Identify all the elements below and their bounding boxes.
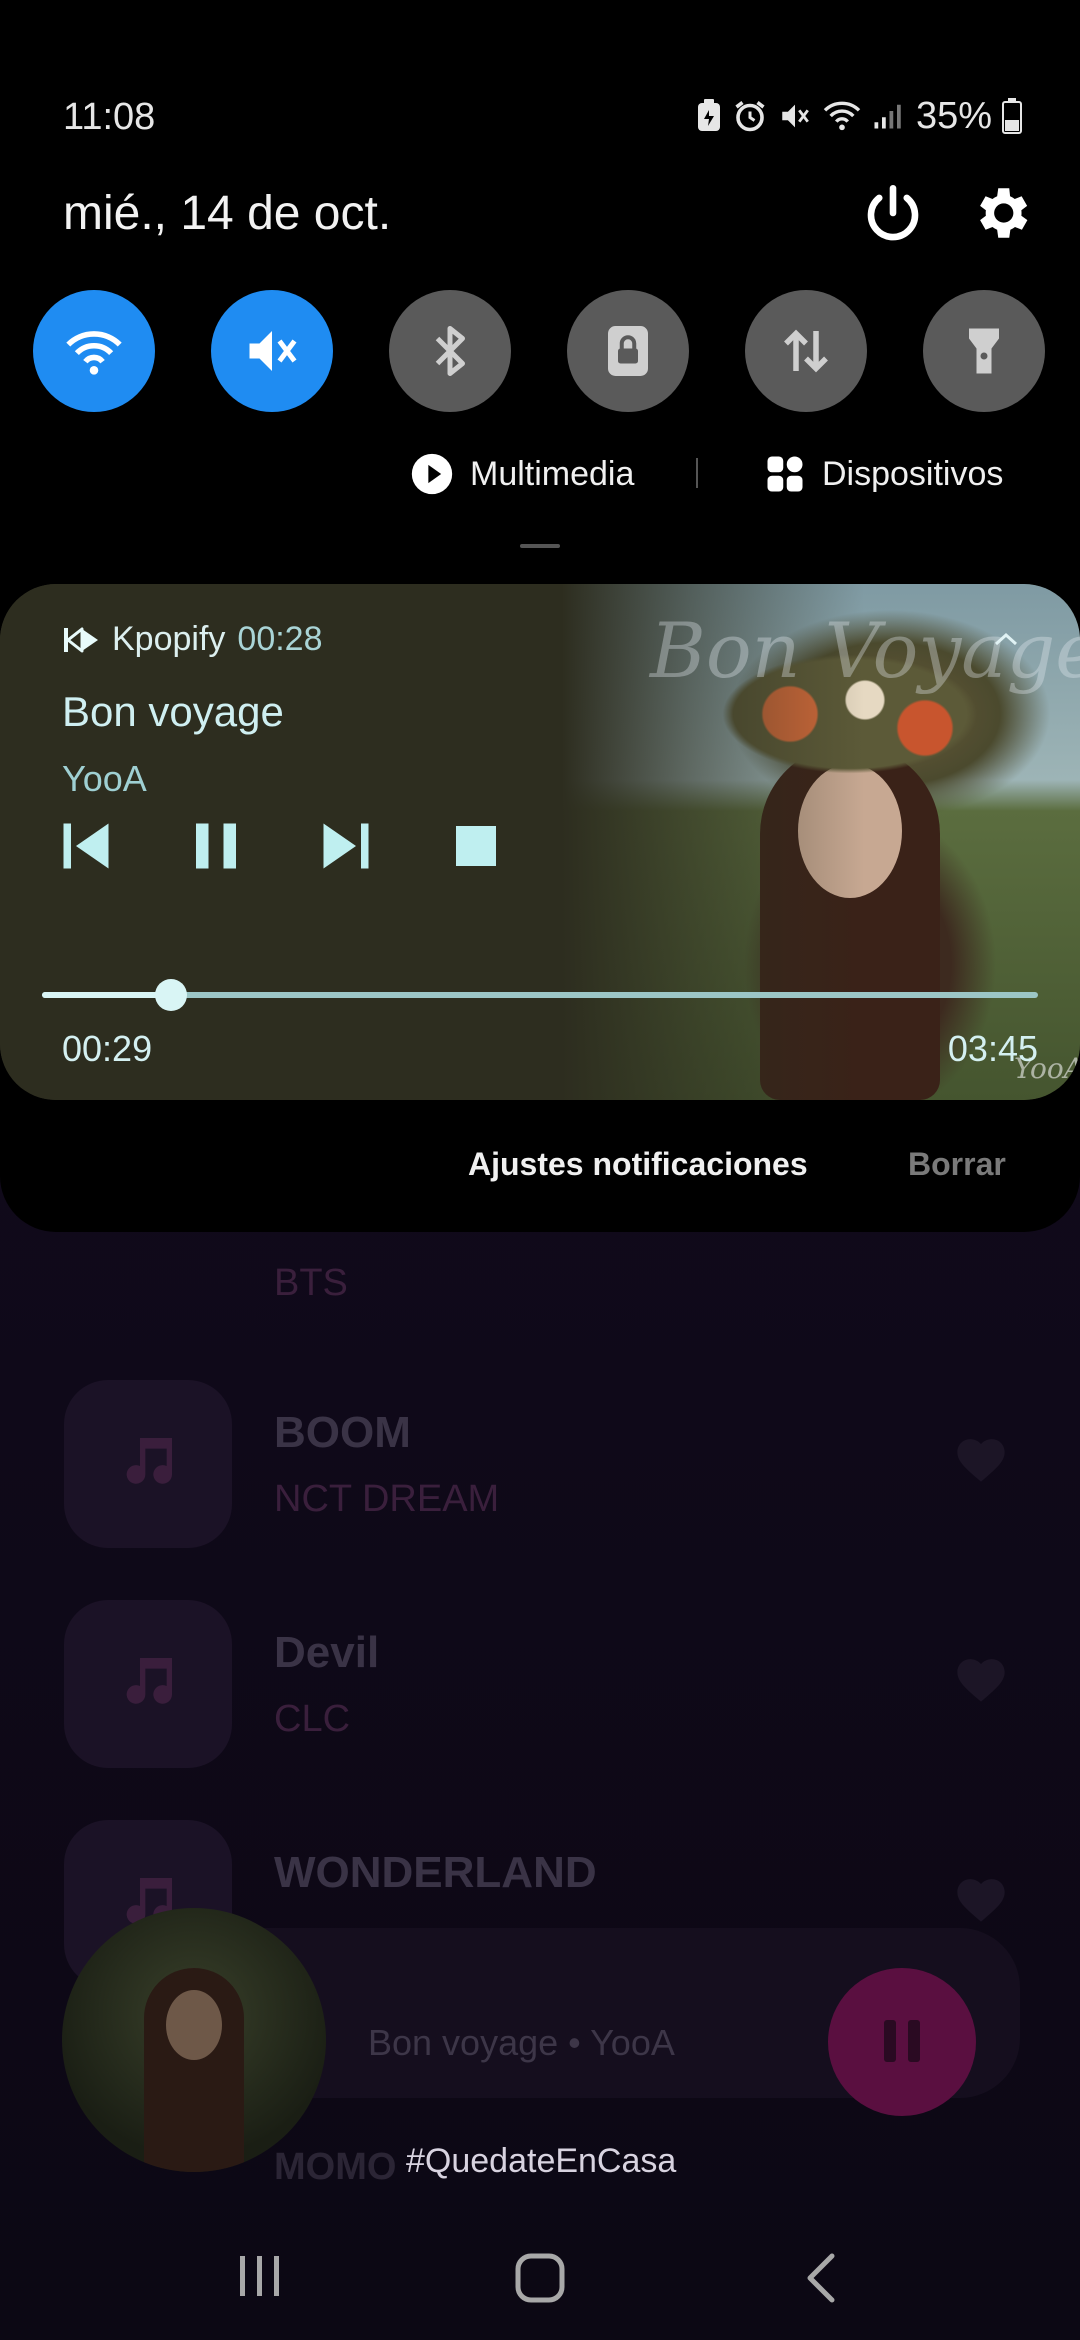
mute-icon [782, 104, 809, 128]
qs-rotation-lock-toggle[interactable] [567, 290, 689, 412]
media-elapsed-label: 00:28 [237, 620, 323, 658]
notification-shade: 11:08 35% mié., 14 de oct. Multimedia Di… [0, 0, 1080, 1232]
shade-date: mié., 14 de oct. [63, 187, 392, 240]
hashtag-text: #QuedateEnCasa [406, 2142, 677, 2180]
play-circle-icon [411, 453, 453, 495]
track-artist: YooA [62, 758, 147, 799]
settings-gear-icon[interactable] [968, 180, 1034, 246]
pause-icon[interactable] [186, 816, 246, 876]
song-art [64, 1600, 232, 1768]
heart-icon[interactable] [952, 1432, 1010, 1484]
media-chip-label: Multimedia [470, 454, 635, 493]
qs-wifi-toggle[interactable] [33, 290, 155, 412]
chevron-up-icon[interactable] [992, 630, 1020, 648]
mini-player-pause-button[interactable] [828, 1968, 976, 2116]
chip-divider [696, 458, 698, 488]
track-title: Bon voyage [62, 688, 284, 735]
song-title: BOOM [274, 1408, 411, 1457]
lock-icon [608, 326, 648, 376]
music-note-icon [126, 1658, 172, 1704]
song-artist: NCT DREAM [274, 1478, 500, 1520]
song-title: Devil [274, 1628, 380, 1677]
qs-flashlight-toggle[interactable] [923, 290, 1045, 412]
clear-notifications-button[interactable]: Borrar [908, 1146, 1006, 1183]
devices-button[interactable]: Dispositivos [764, 446, 1003, 502]
song-artist: CLC [274, 1698, 351, 1740]
mute-icon [249, 331, 297, 371]
devices-grid-icon [767, 456, 803, 492]
next-track-icon[interactable] [316, 816, 376, 876]
mini-player-cover[interactable] [62, 1908, 326, 2172]
seek-bar-progress [42, 992, 172, 998]
album-art-title: Bon Voyage [650, 606, 1080, 695]
heart-icon[interactable] [952, 1652, 1010, 1704]
song-title: WONDERLAND [274, 1848, 597, 1897]
back-icon[interactable] [802, 2252, 842, 2304]
wifi-icon [823, 101, 861, 131]
recent-apps-icon[interactable] [236, 2252, 284, 2300]
wifi-icon [66, 331, 122, 375]
battery-icon [1002, 98, 1022, 134]
shade-drag-handle[interactable] [520, 544, 560, 548]
seek-bar[interactable] [42, 992, 1038, 998]
power-icon[interactable] [860, 180, 926, 246]
devices-chip-label: Dispositivos [822, 454, 1004, 493]
signal-icon [874, 104, 901, 129]
kpopify-app-icon [64, 627, 98, 652]
home-icon[interactable] [514, 2252, 566, 2304]
status-icons: 35% [696, 94, 1022, 138]
media-notification[interactable]: Bon Voyage YooA Kpopify 00:28 Bon voyage… [0, 584, 1080, 1100]
battery-percent: 35% [915, 94, 992, 137]
partial-song-title: MOMO [274, 2146, 397, 2188]
notification-settings-button[interactable]: Ajustes notificaciones [468, 1146, 808, 1183]
current-position: 00:29 [62, 1028, 153, 1069]
status-time: 11:08 [63, 96, 156, 138]
song-row[interactable]: Devil CLC [0, 1600, 1080, 1770]
song-row[interactable]: BOOM NCT DREAM [0, 1380, 1080, 1550]
battery-saver-icon [697, 99, 720, 131]
song-artist: BTS [274, 1262, 348, 1304]
heart-icon[interactable] [952, 1872, 1010, 1924]
previous-track-icon[interactable] [56, 816, 116, 876]
mini-player-label: Bon voyage • YooA [368, 2022, 675, 2063]
media-app-name: Kpopify [112, 620, 226, 658]
qs-mobile-data-toggle[interactable] [745, 290, 867, 412]
music-note-icon [126, 1438, 172, 1484]
qs-bluetooth-toggle[interactable] [389, 290, 511, 412]
alarm-icon [735, 101, 765, 132]
song-art [64, 1380, 232, 1548]
qs-sound-toggle[interactable] [211, 290, 333, 412]
media-app-header: Kpopify 00:28 [62, 620, 323, 659]
flashlight-icon [969, 328, 999, 374]
track-duration: 03:45 [947, 1028, 1038, 1069]
bluetooth-icon [435, 326, 465, 376]
data-transfer-icon [784, 329, 828, 373]
stop-icon[interactable] [446, 816, 506, 876]
media-output-button[interactable]: Multimedia [410, 446, 634, 502]
